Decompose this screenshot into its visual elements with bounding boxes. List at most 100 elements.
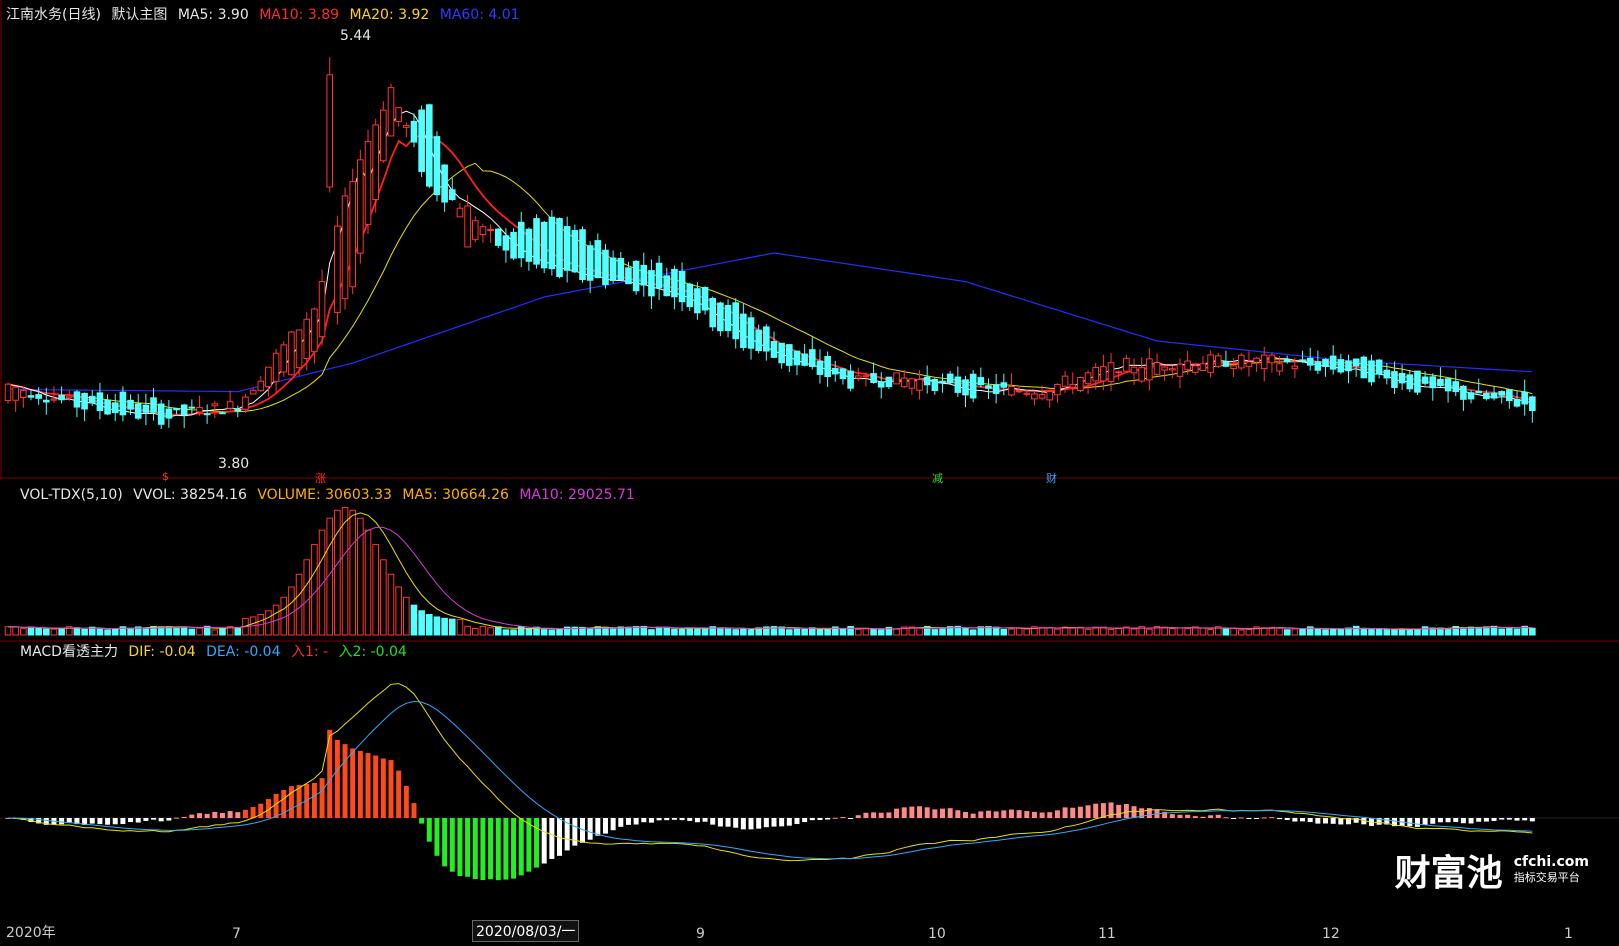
candle-body xyxy=(1161,366,1168,371)
macd-histogram-bar xyxy=(1077,806,1083,818)
macd-histogram-bar xyxy=(174,817,180,819)
macd-histogram-bar xyxy=(1208,815,1214,818)
volume-bar xyxy=(196,627,203,636)
volume-bar xyxy=(1314,628,1322,636)
macd-histogram-bar xyxy=(235,812,241,818)
candle-body xyxy=(395,107,402,123)
macd-histogram-bar xyxy=(963,811,968,818)
macd-histogram-bar xyxy=(135,818,141,823)
macd-histogram-bar xyxy=(426,818,432,842)
volume-bar xyxy=(916,627,923,636)
ma10-line xyxy=(7,134,1533,416)
macd-histogram-bar xyxy=(648,818,654,823)
candle-body xyxy=(701,287,709,311)
macd-histogram-bar xyxy=(219,812,225,818)
macd-histogram-bar xyxy=(189,814,195,818)
candle-body xyxy=(1368,360,1375,383)
macd-histogram-bar xyxy=(587,818,593,840)
volume-bar xyxy=(724,628,732,636)
macd-histogram-bar xyxy=(380,758,386,818)
candle-body xyxy=(985,385,992,389)
x-tick-1: 1 xyxy=(1564,926,1573,942)
macd-histogram-bar xyxy=(786,818,792,826)
candle-body xyxy=(1031,393,1038,400)
vol-indicator-name[interactable]: VOL-TDX(5,10) xyxy=(20,487,123,503)
macd-histogram-bar xyxy=(1330,818,1336,824)
volume-bar xyxy=(494,626,502,636)
macd-histogram-bar xyxy=(1016,810,1022,818)
candle-body xyxy=(234,408,242,412)
dif-value: DIF: -0.04 xyxy=(128,644,196,660)
volume-bar xyxy=(717,627,724,636)
volume-bar xyxy=(479,625,487,636)
volume-bar xyxy=(609,628,617,636)
volume-bar xyxy=(1414,628,1421,636)
volume-panel[interactable] xyxy=(0,485,1619,642)
volume-bar xyxy=(1184,628,1191,636)
macd-histogram-bar xyxy=(1499,818,1505,820)
candle-body xyxy=(1529,396,1536,412)
macd-histogram-bar xyxy=(434,818,440,856)
volume-bar xyxy=(1322,629,1329,636)
volume-bar xyxy=(1360,628,1368,636)
volume-bar xyxy=(349,509,356,636)
dea-line xyxy=(7,700,1533,860)
volume-bar xyxy=(448,618,456,636)
price-panel[interactable] xyxy=(0,0,1619,480)
macd-histogram-bar xyxy=(396,770,402,818)
volume-bar xyxy=(1529,627,1536,636)
candle-body xyxy=(809,349,816,367)
macd-histogram-bar xyxy=(656,818,662,821)
candle-body xyxy=(249,389,257,395)
candle-body xyxy=(494,228,502,246)
volume-bar xyxy=(1391,628,1398,636)
ma20-value: MA20: 3.92 xyxy=(349,7,430,23)
candle-body xyxy=(426,104,433,187)
candle-body xyxy=(525,228,533,262)
volume-bar xyxy=(1337,628,1345,636)
macd-histogram-bar xyxy=(924,807,930,818)
candle-body xyxy=(877,381,885,388)
event-marker-finance[interactable]: 财 xyxy=(1046,470,1057,486)
candle-body xyxy=(663,275,671,297)
candle-body xyxy=(1214,355,1222,367)
stock-title[interactable]: 江南水务(日线) xyxy=(6,7,101,23)
event-marker-dollar[interactable]: $ xyxy=(162,470,169,483)
candle-body xyxy=(303,318,311,360)
volume-bar xyxy=(1107,628,1115,636)
candle-body xyxy=(793,350,801,366)
volume-ma5-line xyxy=(7,512,1533,630)
candle-body xyxy=(456,207,464,218)
macd-histogram-bar xyxy=(488,818,494,880)
volume-bar xyxy=(1329,628,1337,636)
macd-histogram-bar xyxy=(633,818,639,825)
volume-bar xyxy=(1283,629,1291,636)
volume-bar xyxy=(1506,627,1513,636)
volume-bar xyxy=(1008,628,1015,636)
macd-histogram-bar xyxy=(1522,818,1528,821)
volume-bar xyxy=(471,627,479,636)
macd-panel[interactable] xyxy=(0,640,1619,922)
macd-indicator-name[interactable]: MACD看透主力 xyxy=(20,644,118,660)
candle-body xyxy=(992,384,1000,394)
macd-histogram-bar xyxy=(894,808,900,818)
template-label[interactable]: 默认主图 xyxy=(111,7,167,23)
macd-histogram-bar xyxy=(1514,818,1520,821)
candle-body xyxy=(517,221,525,259)
macd-histogram-bar xyxy=(748,818,754,830)
candle-body xyxy=(893,372,900,385)
macd-histogram-bar xyxy=(472,818,478,880)
macd-histogram-bar xyxy=(1307,818,1313,823)
macd-histogram-bar xyxy=(1246,818,1252,819)
candle-body xyxy=(609,257,617,281)
candle-body xyxy=(364,141,372,225)
event-marker-rise[interactable]: 涨 xyxy=(315,470,326,486)
candle-body xyxy=(1199,363,1207,372)
candle-body xyxy=(556,218,563,278)
candle-body xyxy=(786,344,793,366)
volume-bar xyxy=(732,629,740,636)
candle-body xyxy=(35,394,42,399)
macd-histogram-bar xyxy=(1031,811,1037,818)
event-marker-reduce[interactable]: 减 xyxy=(932,470,943,486)
candle-body xyxy=(1015,390,1023,393)
